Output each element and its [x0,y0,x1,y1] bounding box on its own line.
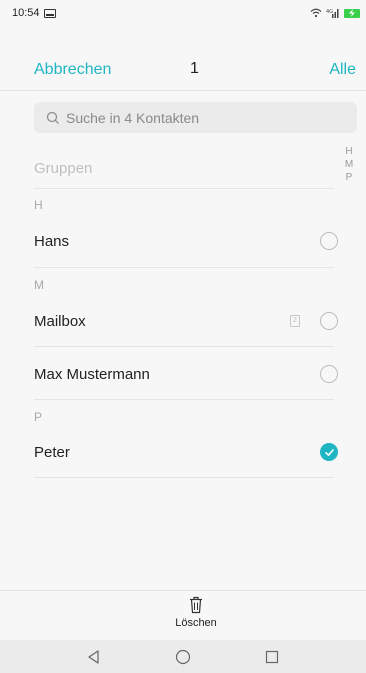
trash-icon [190,596,202,614]
battery-icon [344,8,360,18]
contact-name: Hans [34,232,70,250]
system-navigation-bar [0,640,366,673]
section-header-m: M [34,278,44,292]
section-header-h: H [34,198,43,212]
back-button[interactable] [84,647,104,667]
contact-row-peter[interactable]: Peter [34,427,338,477]
status-bar: 10:54 4G [0,0,366,26]
delete-label: Löschen [175,617,217,629]
delete-button[interactable]: Löschen [153,596,239,636]
sim-card-icon [43,8,56,18]
groups-row[interactable]: Gruppen [34,148,334,188]
index-letter-m[interactable]: M [345,159,353,170]
select-all-button[interactable]: Alle [329,61,356,79]
select-radio[interactable] [320,232,338,250]
search-input[interactable]: Suche in 4 Kontakten [34,102,357,133]
back-triangle-icon [88,649,99,664]
home-button[interactable] [173,647,193,667]
wifi-icon [310,8,322,18]
list-divider [34,346,334,347]
select-radio[interactable] [320,365,338,383]
signal-icon: 4G [326,9,339,18]
index-letter-p[interactable]: P [346,172,353,183]
sim-contact-icon: 2 [290,315,300,327]
svg-text:4G: 4G [326,9,333,15]
selection-toolbar: Abbrechen 1 Alle [0,52,366,88]
contact-row-max-mustermann[interactable]: Max Mustermann [34,349,338,399]
toolbar-divider [0,90,366,91]
list-divider [34,267,334,268]
check-icon [324,448,334,456]
contact-name: Peter [34,443,70,461]
contact-row-hans[interactable]: Hans [34,216,338,266]
contact-name: Mailbox [34,312,86,330]
cancel-button[interactable]: Abbrechen [34,61,111,79]
status-time: 10:54 [12,7,40,19]
home-circle-icon [175,649,191,664]
search-placeholder: Suche in 4 Kontakten [66,109,200,126]
list-divider [34,188,334,189]
recents-square-icon [265,650,278,663]
recents-button[interactable] [262,647,282,667]
bottom-divider [0,590,366,591]
list-divider [34,477,334,478]
selected-count: 1 [190,60,199,77]
select-radio-checked[interactable] [320,443,338,461]
section-header-p: P [34,410,43,424]
contact-row-mailbox[interactable]: Mailbox 2 [34,296,338,346]
contact-name: Max Mustermann [34,365,150,383]
search-icon [46,111,59,124]
index-letter-h[interactable]: H [345,146,352,157]
alphabet-index[interactable]: H M P [340,146,358,183]
list-divider [34,399,334,400]
select-radio[interactable] [320,312,338,330]
